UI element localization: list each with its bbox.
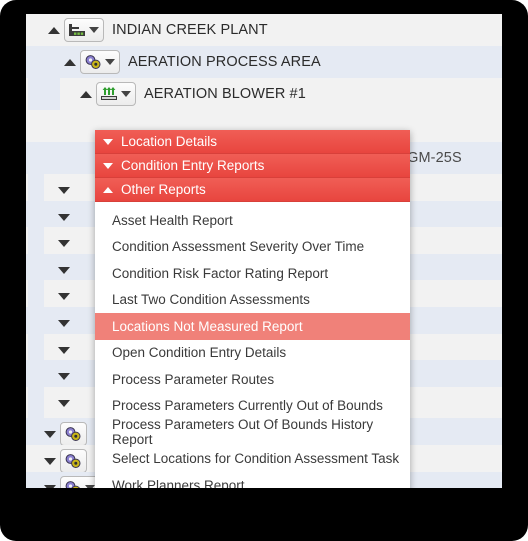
menu-item[interactable]: Locations Not Measured Report xyxy=(95,313,410,340)
node-icon-menu-button[interactable] xyxy=(60,476,100,488)
menu-item[interactable]: Last Two Condition Assessments xyxy=(95,286,410,313)
indent-guide xyxy=(28,142,44,174)
indent-spacer xyxy=(26,488,40,489)
menu-item[interactable]: Select Locations for Condition Assessmen… xyxy=(95,445,410,472)
collapse-triangle-icon[interactable] xyxy=(60,46,80,78)
node-icon-menu-button[interactable] xyxy=(96,82,136,106)
chevron-down-icon[interactable] xyxy=(105,59,115,65)
tree-row[interactable]: INDIAN CREEK PLANT xyxy=(26,14,502,46)
menu-section-label: Condition Entry Reports xyxy=(121,158,265,173)
window-frame: INDIAN CREEK PLANT AERATION PROCESS AREA A… xyxy=(0,0,528,541)
indent-guide xyxy=(60,142,76,174)
chevron-down-icon[interactable] xyxy=(121,91,131,97)
menu-item[interactable]: Open Condition Entry Details xyxy=(95,339,410,366)
indent-spacer xyxy=(26,461,40,462)
tree-node-label: AERATION PROCESS AREA xyxy=(128,54,321,70)
menu-section-label: Other Reports xyxy=(121,182,206,197)
menu-section-header[interactable]: Location Details xyxy=(95,130,410,154)
tree-node-label: AERATION BLOWER #1 xyxy=(144,86,306,102)
blower-equipment-icon xyxy=(100,86,118,102)
menu-section-header[interactable]: Other Reports xyxy=(95,178,410,202)
menu-item[interactable]: Work Planners Report xyxy=(95,472,410,488)
chevron-down-icon[interactable] xyxy=(89,27,99,33)
indent-guide xyxy=(28,46,44,78)
indent-guide xyxy=(44,78,60,110)
plant-icon xyxy=(68,23,86,38)
tree-row[interactable]: AERATION PROCESS AREA xyxy=(26,46,502,78)
indent-spacer xyxy=(26,30,44,31)
node-icon-menu-button[interactable] xyxy=(60,422,87,446)
collapse-triangle-icon[interactable] xyxy=(76,78,96,110)
process-area-gears-icon xyxy=(64,453,82,469)
chevron-down-icon xyxy=(103,162,113,169)
menu-item[interactable]: Condition Risk Factor Rating Report xyxy=(95,260,410,287)
node-icon-menu-button[interactable] xyxy=(80,50,120,74)
menu-section-label: Location Details xyxy=(121,134,218,149)
menu-item[interactable]: Process Parameters Out Of Bounds History… xyxy=(95,417,410,447)
menu-item[interactable]: Condition Assessment Severity Over Time xyxy=(95,233,410,260)
chevron-up-icon xyxy=(103,186,113,193)
menu-item[interactable]: Asset Health Report xyxy=(95,207,410,234)
process-area-gears-icon xyxy=(84,54,102,70)
node-icon-menu-button[interactable] xyxy=(60,449,87,473)
process-area-gears-icon xyxy=(64,426,82,442)
chevron-down-icon xyxy=(103,138,113,145)
node-icon-menu-button[interactable] xyxy=(64,18,104,42)
indent-guide xyxy=(44,142,60,174)
chevron-down-icon[interactable] xyxy=(85,485,95,488)
indent-guide xyxy=(28,386,44,419)
collapse-triangle-icon[interactable] xyxy=(44,14,64,46)
indent-guide xyxy=(28,78,44,110)
reports-dropdown-menu[interactable]: Location Details Condition Entry Reports O… xyxy=(95,130,410,488)
menu-item[interactable]: Process Parameter Routes xyxy=(95,366,410,393)
indent-spacer xyxy=(26,434,40,435)
asset-tree-viewport: INDIAN CREEK PLANT AERATION PROCESS AREA A… xyxy=(26,14,502,488)
menu-section-list: Location Details Condition Entry Reports O… xyxy=(95,130,410,202)
process-area-gears-icon xyxy=(64,480,82,488)
menu-section-header[interactable]: Condition Entry Reports xyxy=(95,154,410,178)
menu-item-list: Asset Health Report Condition Assessment … xyxy=(95,202,410,488)
menu-item[interactable]: Process Parameters Currently Out of Boun… xyxy=(95,392,410,419)
tree-row[interactable]: AERATION BLOWER #1 xyxy=(26,78,502,110)
tree-node-label: INDIAN CREEK PLANT xyxy=(112,22,268,38)
expand-triangle-icon[interactable] xyxy=(40,472,60,488)
expand-triangle-icon[interactable] xyxy=(54,387,74,419)
